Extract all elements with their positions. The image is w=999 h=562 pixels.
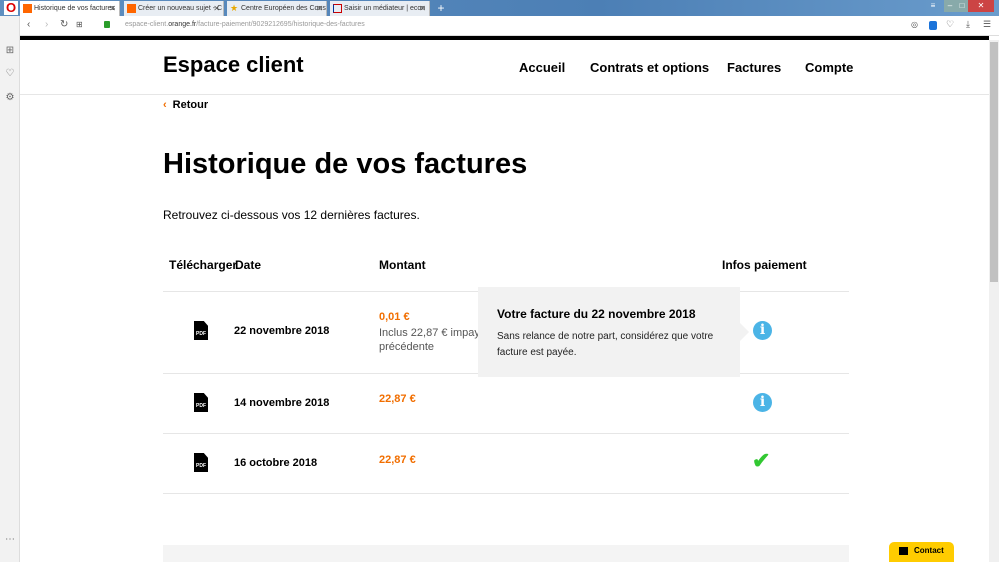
pdf-download-icon[interactable]: PDF	[194, 393, 208, 412]
close-tab-icon[interactable]: ✕	[419, 1, 426, 16]
pdf-download-icon[interactable]: PDF	[194, 453, 208, 472]
header-divider	[20, 94, 989, 95]
row-divider	[163, 433, 849, 434]
back-link[interactable]: ‹ Retour	[163, 99, 208, 111]
tab-title: Créer un nouveau sujet - C	[138, 5, 223, 12]
header-payment-info: Infos paiement	[722, 258, 807, 272]
tabs-grid-icon[interactable]: ⊞	[76, 20, 83, 29]
more-icon[interactable]: ⋯	[4, 534, 16, 545]
close-window-button[interactable]: ✕	[968, 0, 994, 12]
snapshot-icon[interactable]: ◎	[911, 20, 918, 29]
scrollbar-thumb[interactable]	[990, 42, 998, 282]
nav-factures[interactable]: Factures	[727, 60, 781, 75]
header-download: Télécharger	[169, 258, 238, 272]
chevron-left-icon: ‹	[163, 99, 167, 111]
orange-favicon-icon	[23, 4, 32, 13]
new-tab-button[interactable]: +	[434, 1, 448, 16]
invoice-amount: 22,87 €	[379, 393, 416, 405]
tab-creer-sujet[interactable]: Créer un nouveau sujet - C ✕	[124, 1, 224, 16]
page-subtitle: Retrouvez ci-dessous vos 12 dernières fa…	[163, 208, 420, 222]
contact-label: Contact	[914, 546, 944, 555]
browser-tab-bar: O Historique de vos factures ✕ Créer un n…	[0, 0, 999, 16]
tab-centre-europeen[interactable]: ★ Centre Européen des Cons ✕	[227, 1, 327, 16]
info-icon[interactable]: i	[753, 393, 772, 412]
easy-setup-icon[interactable]: ☰	[983, 19, 991, 30]
forward-icon[interactable]: ›	[45, 19, 48, 30]
invoice-date: 16 octobre 2018	[234, 457, 318, 469]
brand-title[interactable]: Espace client	[163, 52, 304, 78]
close-tab-icon[interactable]: ✕	[316, 1, 323, 16]
tab-title: Centre Européen des Cons	[241, 5, 326, 12]
heart-icon[interactable]: ♡	[4, 68, 16, 79]
speed-dial-icon[interactable]: ⊞	[4, 45, 16, 56]
invoice-note: Inclus 22,87 € impayé	[379, 327, 487, 339]
url-field[interactable]: espace-client.orange.fr/facture-paiement…	[125, 21, 365, 28]
invoice-amount: 0,01 €	[379, 311, 410, 323]
tab-mediateur[interactable]: Saisir un médiateur | econ ✕	[330, 1, 430, 16]
address-bar: ‹ › ↻ ⊞ espace-client.orange.fr/facture-…	[20, 16, 999, 36]
tab-menu-icon[interactable]: ≡	[928, 0, 938, 12]
tab-title: Historique de vos factures	[34, 5, 115, 12]
nav-accueil[interactable]: Accueil	[519, 60, 565, 75]
tab-historique[interactable]: Historique de vos factures ✕	[20, 1, 120, 16]
bookmark-heart-icon[interactable]: ♡	[946, 19, 954, 30]
tooltip-body: Sans relance de notre part, considérez q…	[497, 331, 714, 358]
orange-favicon-icon	[127, 4, 136, 13]
tooltip-title: Votre facture du 22 novembre 2018	[497, 307, 696, 321]
top-black-bar	[20, 36, 989, 40]
invoice-note-2: précédente	[379, 341, 435, 353]
chat-icon	[899, 546, 908, 555]
nav-contrats[interactable]: Contrats et options	[590, 60, 709, 75]
invoice-date: 22 novembre 2018	[234, 325, 330, 337]
row-divider	[163, 493, 849, 494]
tab-title: Saisir un médiateur | econ	[344, 5, 426, 12]
close-tab-icon[interactable]: ✕	[213, 1, 220, 16]
opera-menu-icon[interactable]: O	[4, 1, 18, 15]
header-amount: Montant	[379, 258, 426, 272]
invoice-date: 14 novembre 2018	[234, 397, 330, 409]
bracket-favicon-icon	[333, 4, 342, 13]
payment-tooltip: Votre facture du 22 novembre 2018 Sans r…	[478, 287, 749, 377]
header-date: Date	[235, 258, 262, 272]
contact-button[interactable]: Contact	[889, 542, 954, 562]
back-icon[interactable]: ‹	[27, 19, 30, 30]
adblock-icon[interactable]	[929, 21, 937, 30]
lock-icon	[104, 21, 110, 28]
invoice-amount: 22,87 €	[379, 454, 416, 466]
download-icon[interactable]: ⤓	[966, 19, 970, 30]
nav-compte[interactable]: Compte	[805, 60, 853, 75]
maximize-button[interactable]: □	[956, 0, 968, 12]
reload-icon[interactable]: ↻	[60, 19, 68, 30]
browser-sidebar: ⊞ ♡ ⚙ ⋯	[0, 16, 20, 562]
close-tab-icon[interactable]: ✕	[109, 1, 116, 16]
minimize-button[interactable]: –	[944, 0, 956, 12]
settings-icon[interactable]: ⚙	[4, 92, 16, 103]
info-icon[interactable]: i	[753, 321, 772, 340]
back-label: Retour	[172, 99, 209, 111]
page-title: Historique de vos factures	[163, 148, 528, 180]
paid-check-icon: ✔	[752, 448, 771, 473]
pdf-download-icon[interactable]: PDF	[194, 321, 208, 340]
info-panel	[163, 545, 849, 562]
star-icon: ★	[230, 3, 239, 13]
